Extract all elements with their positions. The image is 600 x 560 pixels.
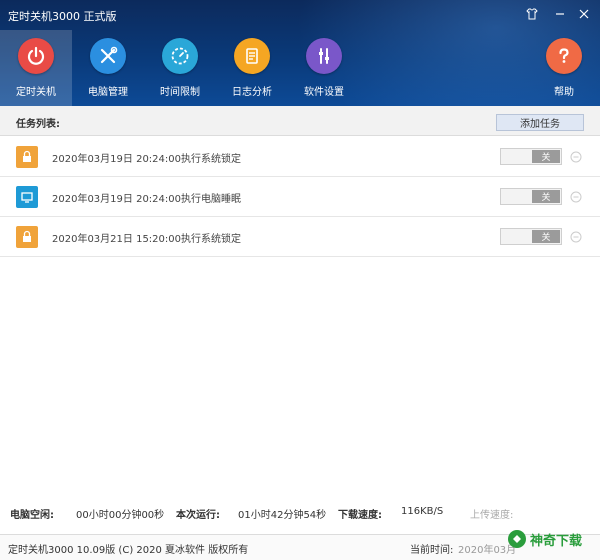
task-toggle[interactable]: 关: [500, 228, 562, 245]
idle-value: 00小时00分钟00秒: [76, 510, 165, 521]
task-list-title: 任务列表:: [16, 119, 60, 130]
task-description: 2020年03月19日 20:24:00执行电脑睡眠: [52, 194, 241, 205]
skin-icon[interactable]: [524, 6, 540, 22]
help-button[interactable]: 帮助: [528, 30, 600, 106]
watermark-text: 神奇下载: [530, 533, 583, 549]
monitor-icon: [16, 186, 38, 208]
status-row: 电脑空闲: 00小时00分钟00秒 本次运行: 01小时42分钟54秒 下载速度…: [0, 500, 600, 522]
nav-label: 定时关机: [16, 87, 56, 98]
tools-icon: [90, 38, 126, 74]
task-description: 2020年03月21日 15:20:00执行系统锁定: [52, 234, 241, 245]
nav-item-pc-manage[interactable]: 电脑管理: [72, 30, 144, 106]
nav-item-settings[interactable]: 软件设置: [288, 30, 360, 106]
download-label: 下载速度:: [338, 510, 382, 521]
add-task-button[interactable]: 添加任务: [496, 114, 584, 131]
delete-icon[interactable]: [570, 191, 582, 203]
minimize-icon[interactable]: [552, 6, 568, 22]
nav-label: 软件设置: [304, 87, 344, 98]
timer-icon: [162, 38, 198, 74]
toggle-state: 关: [532, 190, 560, 203]
run-label: 本次运行:: [176, 510, 220, 521]
task-toggle[interactable]: 关: [500, 188, 562, 205]
toggle-state: 关: [532, 150, 560, 163]
task-list-header: 任务列表: 添加任务: [0, 106, 600, 136]
nav-label: 电脑管理: [88, 87, 128, 98]
nav-item-shutdown[interactable]: 定时关机: [0, 30, 72, 106]
help-label: 帮助: [554, 87, 574, 98]
power-icon: [18, 38, 54, 74]
help-icon: [546, 38, 582, 74]
nav-item-time-limit[interactable]: 时间限制: [144, 30, 216, 106]
lock-icon: [16, 146, 38, 168]
table-row[interactable]: 2020年03月19日 20:24:00执行电脑睡眠 关: [0, 177, 600, 217]
delete-icon[interactable]: [570, 231, 582, 243]
log-icon: [234, 38, 270, 74]
version-text: 定时关机3000 10.09版 (C) 2020 夏冰软件 版权所有: [8, 545, 249, 556]
nav-label: 时间限制: [160, 87, 200, 98]
table-row[interactable]: 2020年03月21日 15:20:00执行系统锁定 关: [0, 217, 600, 257]
nav-item-log[interactable]: 日志分析: [216, 30, 288, 106]
task-toggle[interactable]: 关: [500, 148, 562, 165]
main-nav: 定时关机 电脑管理 时间限制 日志分析 软件设置: [0, 30, 360, 106]
idle-label: 电脑空闲:: [10, 510, 54, 521]
lock-icon: [16, 226, 38, 248]
settings-icon: [306, 38, 342, 74]
close-icon[interactable]: [576, 6, 592, 22]
run-value: 01小时42分钟54秒: [238, 510, 327, 521]
table-row[interactable]: 2020年03月19日 20:24:00执行系统锁定 关: [0, 137, 600, 177]
logo-icon: [508, 530, 526, 548]
nav-label: 日志分析: [232, 87, 272, 98]
download-value: 116KB/S: [401, 506, 444, 517]
delete-icon[interactable]: [570, 151, 582, 163]
task-description: 2020年03月19日 20:24:00执行系统锁定: [52, 154, 241, 165]
upload-label: 上传速度:: [470, 510, 514, 521]
window-title: 定时关机3000 正式版: [8, 10, 117, 23]
toggle-state: 关: [532, 230, 560, 243]
current-time-label: 当前时间:: [410, 545, 454, 556]
title-bar: 定时关机3000 正式版 定时关机 电脑管理 时间限制 日志分析 软件设置 帮助: [0, 0, 600, 106]
watermark-logo: 神奇下载: [508, 527, 600, 551]
